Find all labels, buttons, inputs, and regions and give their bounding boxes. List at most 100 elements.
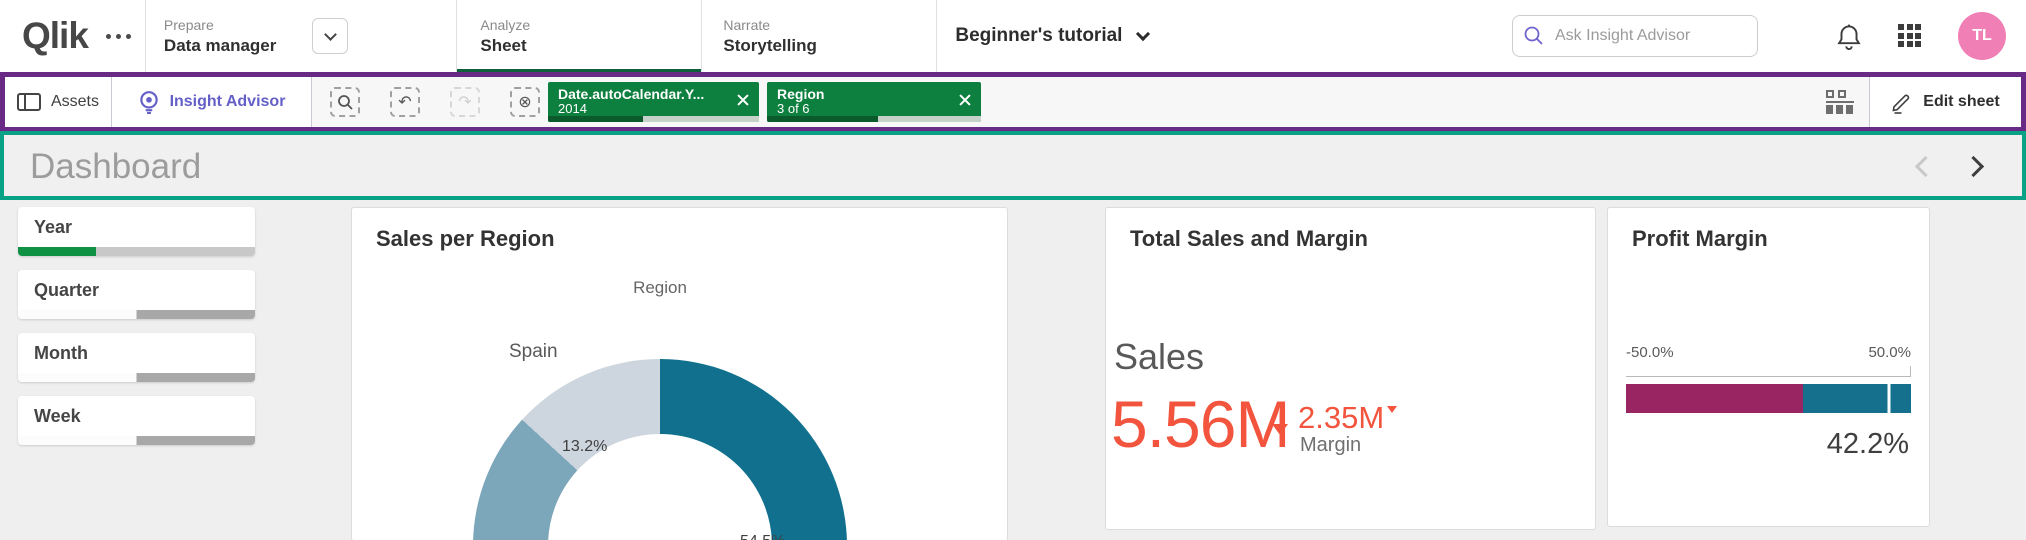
total-sales-margin-kpi[interactable]: Total Sales and Margin Sales 5.56M 2.35M… (1105, 207, 1596, 530)
selection-state-bar (18, 436, 255, 445)
sheet-header: Dashboard (0, 131, 2026, 200)
assets-label: Assets (51, 93, 99, 111)
assets-panel-icon (17, 93, 41, 111)
chart-title: Total Sales and Margin (1130, 226, 1368, 252)
qlik-logo: Qlik (22, 15, 88, 57)
chart-title: Profit Margin (1632, 226, 1768, 252)
gauge-min-label: -50.0% (1626, 344, 1674, 361)
chart-title: Sales per Region (376, 226, 555, 252)
app-title: Beginner's tutorial (955, 25, 1122, 47)
tab-prepare-value: Data manager (164, 36, 276, 56)
step-back-selection-button[interactable]: ↶ (390, 87, 420, 117)
selection-state-bar (18, 373, 255, 382)
chevron-down-icon (324, 28, 337, 41)
insight-advisor-label: Insight Advisor (170, 93, 286, 111)
edit-sheet-button[interactable]: Edit sheet (1870, 77, 2021, 127)
insight-advisor-search[interactable] (1512, 15, 1758, 57)
selection-chip-region[interactable]: Region 3 of 6 (767, 82, 981, 122)
chevron-down-icon (1136, 27, 1150, 41)
insight-advisor-icon (138, 90, 160, 114)
filter-label: Month (34, 343, 88, 364)
chip-progress-track (767, 116, 981, 122)
selection-chips: Date.autoCalendar.Y... 2014 Region 3 of … (548, 77, 981, 127)
trend-down-icon (1272, 424, 1288, 435)
selection-state-bar (18, 247, 255, 256)
profit-margin-gauge[interactable]: Profit Margin -50.0% 50.0% 42.2% (1607, 207, 1930, 527)
chip-field: Region (777, 87, 945, 102)
more-menu-icon[interactable] (106, 34, 131, 39)
edit-sheet-label: Edit sheet (1923, 93, 1999, 111)
chip-value: 3 of 6 (777, 102, 945, 116)
sales-per-region-chart[interactable]: Sales per Region Region Spain 13.2% 54.5… (351, 207, 1008, 540)
filter-month[interactable]: Month (18, 333, 255, 382)
selection-tools: ↶ ↷ ⊗ (312, 77, 548, 127)
data-manager-dropdown-button[interactable] (312, 18, 348, 54)
tab-narrate-section: Narrate (723, 17, 817, 33)
clear-icon: ⊗ (518, 92, 531, 112)
selection-chip-date[interactable]: Date.autoCalendar.Y... 2014 (548, 82, 759, 122)
kpi-secondary-value: 2.35M (1298, 400, 1384, 436)
undo-icon: ↶ (398, 92, 411, 112)
filter-label: Quarter (34, 280, 99, 301)
trend-down-icon (1387, 406, 1397, 413)
filter-quarter[interactable]: Quarter (18, 270, 255, 319)
filter-year[interactable]: Year (18, 207, 255, 256)
tab-analyze-value: Sheet (480, 36, 530, 56)
chip-progress-track (548, 116, 759, 122)
gauge-max-label: 50.0% (1868, 344, 1911, 361)
chip-value: 2014 (558, 102, 723, 116)
sheet-toolbar: Assets Insight Advisor ↶ ↷ (0, 72, 2026, 132)
filter-label: Year (34, 217, 72, 238)
dimension-label: Region (473, 278, 847, 298)
app-title-menu[interactable]: Beginner's tutorial (955, 0, 1148, 72)
selection-state-bar (18, 310, 255, 319)
next-sheet-button chevron-right-icon[interactable] (1963, 156, 1984, 177)
qlik-sense-app: Qlik Prepare Data manager Analyze Sheet … (0, 0, 2026, 540)
gauge-axis (1626, 366, 1911, 377)
search-input[interactable] (1555, 27, 1735, 45)
gauge-bar (1626, 384, 1911, 413)
grid-icon (1898, 24, 1921, 47)
search-icon (1523, 25, 1545, 47)
notifications-button[interactable] (1832, 22, 1866, 52)
sheet-list-button[interactable] (1811, 77, 1869, 127)
pencil-icon (1891, 91, 1913, 114)
gauge-segment (1626, 384, 1803, 413)
tab-analyze-section: Analyze (480, 17, 530, 33)
slice-value-label: 54.5% (740, 533, 785, 540)
avatar-initials: TL (1972, 27, 1992, 45)
sheet-title: Dashboard (30, 147, 201, 187)
search-selections-icon (337, 94, 353, 110)
insight-advisor-button[interactable]: Insight Advisor (112, 77, 312, 127)
avatar[interactable]: TL (1958, 12, 2006, 60)
sheet-grid-icon (1826, 90, 1854, 114)
divider (936, 0, 937, 72)
chip-field: Date.autoCalendar.Y... (558, 87, 723, 102)
tab-prepare-section: Prepare (164, 17, 276, 33)
previous-sheet-button chevron-left-icon[interactable] (1915, 156, 1936, 177)
gauge-marker (1887, 384, 1890, 413)
slice-value-label: 13.2% (562, 438, 607, 456)
step-forward-selection-button[interactable]: ↷ (450, 87, 480, 117)
gauge-value-label: 42.2% (1827, 428, 1909, 461)
bell-icon (1836, 23, 1862, 52)
redo-icon: ↷ (458, 92, 471, 112)
kpi-primary-label: Sales (1114, 336, 1204, 378)
tab-analyze[interactable]: Analyze Sheet (457, 0, 701, 72)
smart-search-selections-button[interactable] (330, 87, 360, 117)
logo-area: Qlik (0, 0, 145, 72)
gauge-axis-labels: -50.0% 50.0% (1626, 344, 1911, 361)
chip-progress-fill (548, 116, 643, 122)
app-launcher-button[interactable] (1898, 24, 1921, 47)
tab-prepare[interactable]: Prepare Data manager (146, 0, 348, 72)
kpi-secondary-label: Margin (1300, 434, 1361, 457)
clear-selections-button[interactable]: ⊗ (510, 87, 540, 117)
kpi-primary-value: 5.56M (1111, 386, 1289, 462)
tab-narrate-value: Storytelling (723, 36, 817, 56)
chip-progress-fill (767, 116, 878, 122)
filter-week[interactable]: Week (18, 396, 255, 445)
close-icon[interactable] (958, 93, 972, 107)
close-icon[interactable] (736, 93, 750, 107)
assets-button[interactable]: Assets (5, 77, 112, 127)
tab-narrate[interactable]: Narrate Storytelling (702, 0, 936, 72)
